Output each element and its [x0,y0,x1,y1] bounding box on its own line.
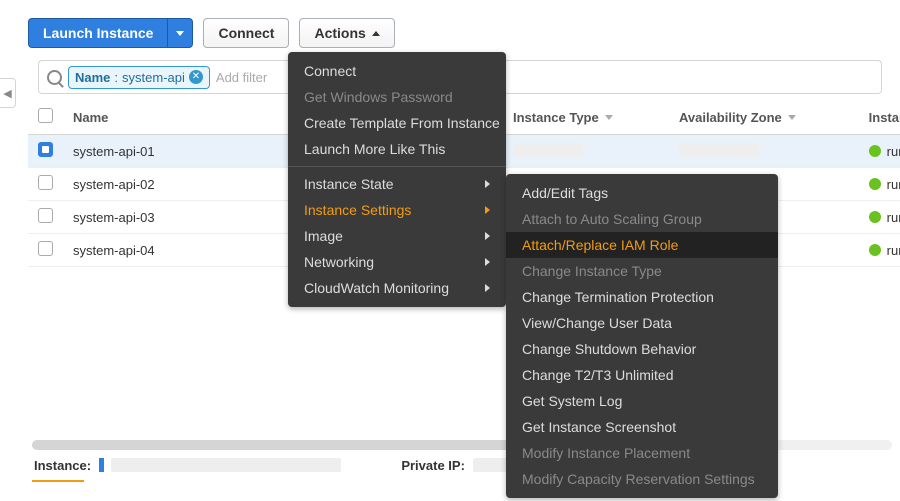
connect-button[interactable]: Connect [203,18,289,48]
launch-instance-group: Launch Instance [28,18,193,48]
caret-down-icon [176,31,184,36]
chevron-right-icon [485,206,490,214]
connect-label: Connect [218,19,274,47]
select-all-checkbox[interactable] [38,108,53,123]
instance-settings-menu-item: Attach to Auto Scaling Group [506,206,778,232]
status-dot-icon [869,145,881,157]
instance-settings-menu-item[interactable]: Change T2/T3 Unlimited [506,362,778,388]
chevron-right-icon [485,258,490,266]
chevron-right-icon [485,232,490,240]
details-private-ip-label: Private IP: [401,458,465,473]
row-checkbox[interactable] [38,175,53,190]
selection-indicator [99,458,104,472]
actions-menu-item[interactable]: Launch More Like This [288,136,506,162]
status-dot-icon [869,244,881,256]
cell-availability-zone [679,143,759,157]
column-header-instance-state[interactable]: Instance State [859,100,900,135]
column-header-availability-zone[interactable]: Availability Zone [669,100,859,135]
search-icon [47,70,62,85]
instance-settings-submenu: Add/Edit TagsAttach to Auto Scaling Grou… [506,174,778,498]
instance-settings-menu-item[interactable]: Change Termination Protection [506,284,778,310]
instance-settings-menu-item[interactable]: Attach/Replace IAM Role [506,232,778,258]
cell-instance-state: running [859,168,900,201]
chevron-left-icon: ◀ [3,87,11,100]
instance-settings-menu-item[interactable]: Get System Log [506,388,778,414]
actions-menu-submenu[interactable]: Instance State [288,171,506,197]
sort-caret-icon [788,115,796,120]
cell-instance-type [513,143,583,157]
filter-chip-key: Name [75,70,110,85]
instance-settings-menu-item: Modify Instance Placement [506,440,778,466]
launch-instance-label: Launch Instance [43,19,153,47]
filter-chip-remove[interactable]: ✕ [189,70,203,84]
details-instance-value [111,458,341,472]
sort-caret-icon [605,115,613,120]
row-checkbox[interactable] [38,241,53,256]
chevron-right-icon [485,284,490,292]
instance-settings-menu-item: Modify Capacity Reservation Settings [506,466,778,492]
row-checkbox[interactable] [38,208,53,223]
actions-menu-item[interactable]: Create Template From Instance [288,110,506,136]
menu-divider [288,166,506,167]
caret-up-icon [372,31,380,36]
actions-menu-item[interactable]: Connect [288,58,506,84]
chevron-right-icon [485,180,490,188]
filter-chip-value: system-api [122,70,185,85]
actions-menu-submenu[interactable]: Networking [288,249,506,275]
instance-settings-menu-item: Change Instance Type [506,258,778,284]
cell-instance-state: running [859,201,900,234]
actions-menu-submenu[interactable]: Image [288,223,506,249]
actions-label: Actions [314,19,365,47]
actions-menu-submenu[interactable]: Instance Settings [288,197,506,223]
actions-menu: ConnectGet Windows PasswordCreate Templa… [288,52,506,307]
actions-button[interactable]: Actions [299,18,394,48]
status-dot-icon [869,211,881,223]
column-header-name[interactable]: Name [73,110,108,125]
sidebar-collapse-handle[interactable]: ◀ [0,78,16,108]
actions-menu-submenu[interactable]: CloudWatch Monitoring [288,275,506,301]
launch-instance-dropdown-button[interactable] [167,18,193,48]
instance-settings-menu-item[interactable]: Get Instance Screenshot [506,414,778,440]
row-checkbox[interactable] [38,142,53,157]
instance-settings-menu-item[interactable]: View/Change User Data [506,310,778,336]
filter-chip-name[interactable]: Name : system-api ✕ [68,66,210,89]
column-header-instance-type[interactable]: Instance Type [503,100,669,135]
actions-menu-item: Get Windows Password [288,84,506,110]
launch-instance-button[interactable]: Launch Instance [28,18,167,48]
details-instance-label: Instance: [34,458,91,473]
cell-instance-state: running [859,234,900,267]
instance-settings-menu-item[interactable]: Add/Edit Tags [506,180,778,206]
cell-instance-state: running [859,135,900,168]
status-dot-icon [869,178,881,190]
instance-settings-menu-item[interactable]: Change Shutdown Behavior [506,336,778,362]
